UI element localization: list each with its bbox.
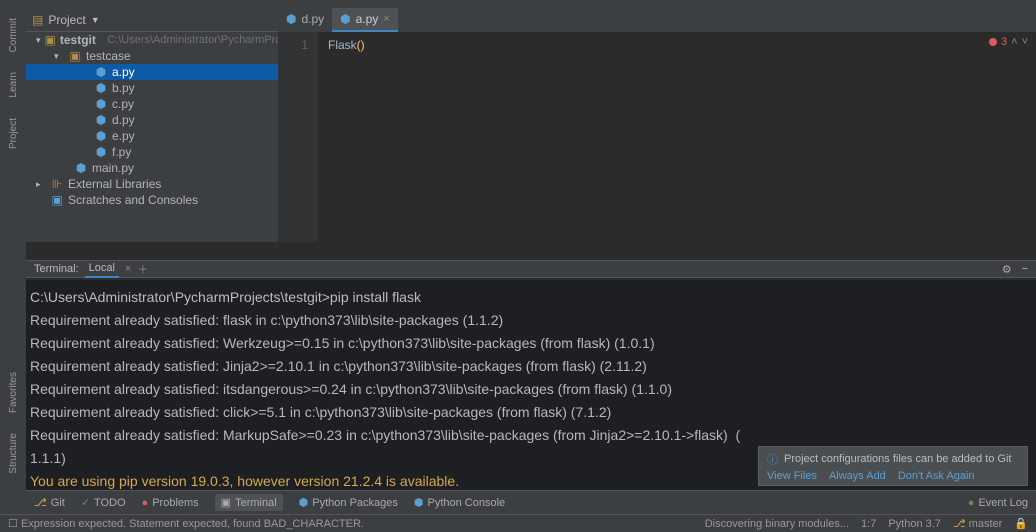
git-icon: ⎇: [34, 496, 47, 509]
info-icon: ⓘ: [767, 451, 778, 467]
tree-file-e[interactable]: ⬢ e.py: [26, 128, 278, 144]
gutter: 1: [278, 32, 318, 242]
todo-icon: ✓: [81, 496, 90, 509]
terminal-icon: ▣: [221, 496, 231, 509]
folder-icon: ▣: [68, 49, 82, 63]
python-icon: ⬢: [94, 81, 108, 95]
tree-file-f[interactable]: ⬢ f.py: [26, 144, 278, 160]
tree-file-b[interactable]: ⬢ b.py: [26, 80, 278, 96]
console-icon: ⬢: [414, 496, 424, 509]
bottom-toolbar: ⎇Git ✓TODO ●Problems ▣Terminal ⬢Python P…: [26, 490, 1036, 514]
btab-packages[interactable]: ⬢Python Packages: [299, 496, 398, 509]
status-position[interactable]: 1:7: [861, 518, 876, 530]
sidebar-tab-favorites[interactable]: Favorites: [8, 372, 19, 413]
warning-icon: ●: [142, 497, 149, 509]
titlebar: [0, 0, 1036, 8]
python-icon: ⬢: [74, 161, 88, 175]
sidebar-tab-commit[interactable]: Commit: [8, 18, 19, 52]
python-icon: ⬢: [340, 12, 350, 26]
left-toolbar: Commit Learn Project Favorites Structure: [0, 8, 26, 514]
btab-git[interactable]: ⎇Git: [34, 496, 65, 509]
python-icon: ⬢: [94, 113, 108, 127]
python-icon: ⬢: [94, 145, 108, 159]
terminal-label: Terminal:: [34, 263, 79, 275]
link-always-add[interactable]: Always Add: [829, 470, 886, 482]
status-python[interactable]: Python 3.7: [888, 518, 941, 530]
tree-file-d[interactable]: ⬢ d.py: [26, 112, 278, 128]
notification: ⓘ Project configurations files can be ad…: [758, 446, 1028, 486]
tree-file-a[interactable]: ⬢ a.py: [26, 64, 278, 80]
notification-title: Project configurations files can be adde…: [784, 453, 1011, 465]
close-icon[interactable]: ×: [383, 13, 389, 25]
status-message: Expression expected. Statement expected,…: [21, 518, 364, 530]
tab-d[interactable]: ⬢ d.py: [278, 8, 332, 32]
dropdown-icon[interactable]: ▼: [91, 15, 100, 25]
event-icon: ●: [968, 497, 975, 509]
tree-external-libs[interactable]: ▸ ⊪ External Libraries: [26, 176, 278, 192]
link-view-files[interactable]: View Files: [767, 470, 817, 482]
branch-icon: ⎇: [953, 518, 966, 530]
tree-root[interactable]: ▾ ▣ testgit C:\Users\Administrator\Pycha…: [26, 32, 278, 48]
project-label[interactable]: Project: [48, 13, 85, 27]
btab-terminal[interactable]: ▣Terminal: [215, 494, 283, 511]
terminal-header: Terminal: Local × ＋ ⚙ −: [26, 260, 1036, 278]
minimize-icon[interactable]: −: [1022, 263, 1028, 276]
add-terminal-icon[interactable]: ＋: [137, 261, 148, 277]
btab-problems[interactable]: ●Problems: [142, 497, 199, 509]
tree-scratches[interactable]: ▣ Scratches and Consoles: [26, 192, 278, 208]
project-icon: ▤: [32, 13, 43, 27]
btab-todo[interactable]: ✓TODO: [81, 496, 126, 509]
tree-file-main[interactable]: ⬢ main.py: [26, 160, 278, 176]
close-icon[interactable]: ×: [125, 263, 131, 275]
editor-tabs: ⬢ d.py ⬢ a.py ×: [278, 8, 1036, 32]
chevron-down-icon[interactable]: ˅: [1022, 36, 1028, 48]
code-area[interactable]: Flask(): [318, 32, 1036, 242]
python-icon: ⬢: [94, 97, 108, 111]
btab-event-log[interactable]: ●Event Log: [968, 497, 1028, 509]
status-discovering: Discovering binary modules...: [705, 518, 849, 530]
status-hint-icon: ☐: [8, 517, 18, 530]
gear-icon[interactable]: ⚙: [1002, 263, 1012, 276]
python-icon: ⬢: [94, 65, 108, 79]
python-icon: ⬢: [94, 129, 108, 143]
sidebar-tab-project[interactable]: Project: [8, 118, 19, 149]
error-indicator[interactable]: 3 ˄ ˅: [989, 36, 1028, 48]
python-icon: ⬢: [286, 12, 296, 26]
sidebar-tab-learn[interactable]: Learn: [8, 72, 19, 98]
status-branch[interactable]: ⎇ master: [953, 517, 1002, 530]
lock-icon[interactable]: 🔒: [1014, 517, 1028, 530]
library-icon: ⊪: [50, 177, 64, 191]
tab-a[interactable]: ⬢ a.py ×: [332, 8, 398, 32]
editor: ⬢ d.py ⬢ a.py × 1 Flask() 3 ˄ ˅: [278, 8, 1036, 242]
error-dot-icon: [989, 38, 997, 46]
packages-icon: ⬢: [299, 496, 309, 509]
status-bar: ☐ Expression expected. Statement expecte…: [0, 514, 1036, 532]
btab-console[interactable]: ⬢Python Console: [414, 496, 505, 509]
tree-file-c[interactable]: ⬢ c.py: [26, 96, 278, 112]
terminal-tab-local[interactable]: Local: [85, 260, 119, 278]
scratch-icon: ▣: [50, 193, 64, 207]
sidebar-tab-structure[interactable]: Structure: [8, 433, 19, 474]
project-tree[interactable]: ▾ ▣ testgit C:\Users\Administrator\Pycha…: [26, 32, 278, 242]
folder-icon: ▣: [45, 33, 56, 47]
tree-folder[interactable]: ▾ ▣ testcase: [26, 48, 278, 64]
link-dont-ask[interactable]: Don't Ask Again: [898, 470, 975, 482]
chevron-up-icon[interactable]: ˄: [1011, 36, 1017, 48]
